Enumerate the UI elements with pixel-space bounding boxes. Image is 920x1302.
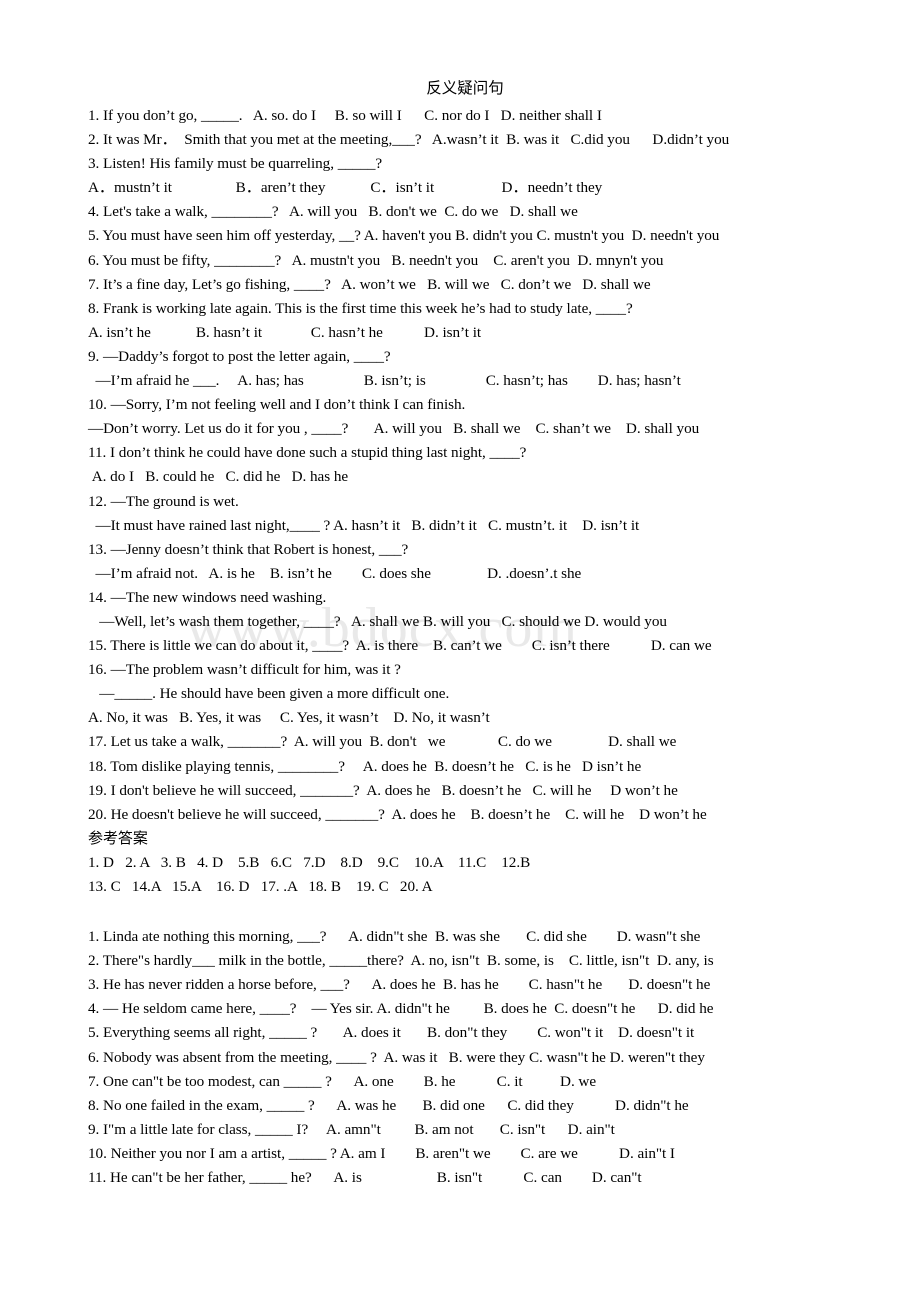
question-line: 6. You must be fifty, ________? A. mustn… — [88, 251, 664, 269]
answer-key-heading: 参考答案 — [88, 830, 148, 847]
question-line: 1. Linda ate nothing this morning, ___? … — [88, 928, 701, 946]
question-line: 5. You must have seen him off yesterday,… — [88, 227, 720, 245]
question-options-line: A．mustn’t it B．aren’t they C．isn’t it D．… — [88, 179, 603, 197]
question-line: 3. He has never ridden a horse before, _… — [88, 976, 711, 994]
question-line: 17. Let us take a walk, _______? A. will… — [88, 733, 677, 751]
question-line: 15. There is little we can do about it, … — [88, 637, 712, 655]
question-options-line: A. isn’t he B. hasn’t it C. hasn’t he D.… — [88, 323, 482, 341]
question-line: 9. —Daddy’s forgot to post the letter ag… — [88, 347, 391, 365]
question-line: 12. —The ground is wet. — [88, 492, 239, 510]
section-one-questions: 1. If you don’t go, _____. A. so. do I B… — [88, 104, 836, 827]
question-line: 16. —The problem wasn’t difficult for hi… — [88, 661, 401, 679]
question-line: 6. Nobody was absent from the meeting, _… — [88, 1048, 705, 1066]
question-options-line: —Well, let’s wash them together, ____? A… — [88, 612, 667, 630]
answer-key-line: 13. C 14.A 15.A 16. D 17. .A 18. B 19. C… — [88, 878, 433, 895]
question-options-line: A. do I B. could he C. did he D. has he — [88, 468, 349, 486]
question-line: 5. Everything seems all right, _____ ? A… — [88, 1024, 695, 1042]
question-line: 2. It was Mr． Smith that you met at the … — [88, 131, 730, 149]
question-line: 8. No one failed in the exam, _____ ? A.… — [88, 1096, 689, 1114]
question-line: 4. Let's take a walk, ________? A. will … — [88, 203, 578, 221]
page-title: 反义疑问句 — [426, 80, 504, 97]
question-options-line: —_____. He should have been given a more… — [88, 685, 450, 703]
question-line: 14. —The new windows need washing. — [88, 588, 327, 606]
question-line: 8. Frank is working late again. This is … — [88, 299, 633, 317]
answer-key-section: 参考答案 1. D 2. A 3. B 4. D 5.B 6.C 7.D 8.D… — [88, 827, 836, 899]
question-options-line: —It must have rained last night,____ ? A… — [88, 516, 640, 534]
answer-key-line: 1. D 2. A 3. B 4. D 5.B 6.C 7.D 8.D 9.C … — [88, 853, 531, 871]
question-line: 18. Tom dislike playing tennis, ________… — [88, 757, 642, 775]
question-line: 7. It’s a fine day, Let’s go fishing, __… — [88, 275, 651, 293]
question-line: 11. I don’t think he could have done suc… — [88, 444, 527, 462]
question-line: 10. Neither you nor I am a artist, _____… — [88, 1144, 675, 1162]
question-line: 9. I"m a little late for class, _____ I?… — [88, 1120, 615, 1138]
section-two-questions: 1. Linda ate nothing this morning, ___? … — [88, 925, 836, 1190]
question-line: 3. Listen! His family must be quarreling… — [88, 155, 383, 173]
document-content: 反义疑问句 1. If you don’t go, _____. A. so. … — [88, 78, 836, 1190]
question-line: 20. He doesn't believe he will succeed, … — [88, 805, 707, 823]
question-options-line: —Don’t worry. Let us do it for you , ___… — [88, 420, 700, 438]
question-options-line: —I’m afraid not. A. is he B. isn’t he C.… — [88, 564, 582, 582]
question-line: 11. He can"t be her father, _____ he? A.… — [88, 1169, 642, 1187]
question-line: 1. If you don’t go, _____. A. so. do I B… — [88, 107, 602, 124]
question-line: 2. There"s hardly___ milk in the bottle,… — [88, 952, 714, 970]
question-line: 19. I don't believe he will succeed, ___… — [88, 781, 678, 799]
document-page: www.bdocx.com 反义疑问句 1. If you don’t go, … — [0, 0, 920, 1302]
question-options-line: —I’m afraid he ___. A. has; has B. isn’t… — [88, 372, 681, 390]
question-line: 10. —Sorry, I’m not feeling well and I d… — [88, 396, 466, 414]
question-options-line: A. No, it was B. Yes, it was C. Yes, it … — [88, 709, 490, 727]
question-line: 4. — He seldom came here, ____? — Yes si… — [88, 1000, 714, 1018]
section-divider — [88, 899, 836, 925]
question-line: 7. One can"t be too modest, can _____ ? … — [88, 1072, 597, 1090]
question-line: 13. —Jenny doesn’t think that Robert is … — [88, 540, 409, 558]
